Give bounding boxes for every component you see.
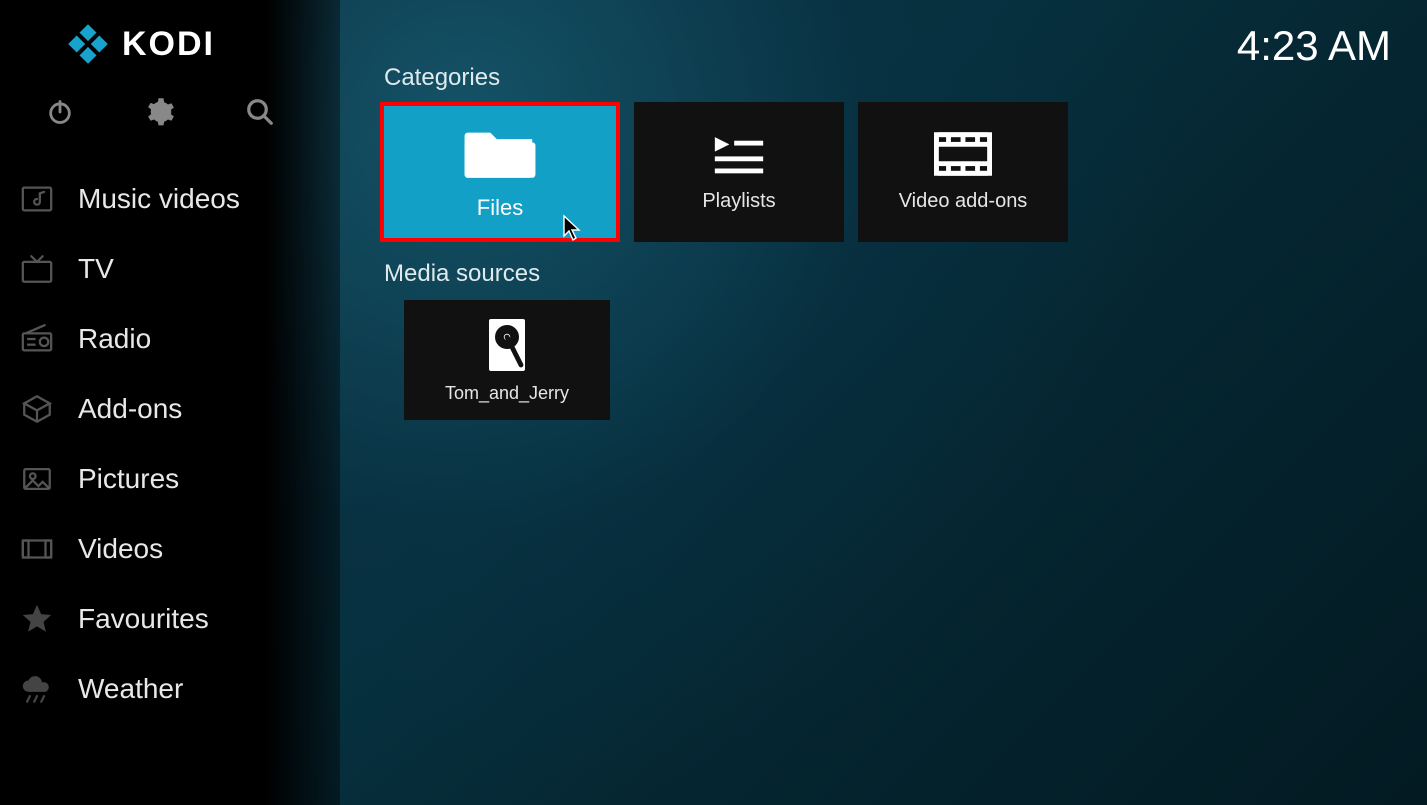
sidebar-item-tv[interactable]: TV	[0, 234, 340, 304]
tile-label: Files	[477, 195, 523, 221]
tv-icon	[18, 250, 56, 288]
weather-icon	[18, 670, 56, 708]
category-tile-video-addons[interactable]: Video add-ons	[858, 102, 1068, 242]
tile-label: Tom_and_Jerry	[445, 383, 569, 404]
pictures-icon	[18, 460, 56, 498]
tile-label: Playlists	[702, 190, 775, 213]
music-video-icon	[18, 180, 56, 218]
category-tile-files[interactable]: Files	[380, 102, 620, 242]
sidebar-item-label: TV	[78, 253, 114, 285]
media-source-tile[interactable]: Tom_and_Jerry	[404, 300, 610, 420]
hdd-icon	[481, 317, 533, 373]
sidebar-item-label: Add-ons	[78, 393, 182, 425]
category-tile-playlists[interactable]: Playlists	[634, 102, 844, 242]
sidebar-item-weather[interactable]: Weather	[0, 654, 340, 724]
sidebar-item-label: Weather	[78, 673, 183, 705]
app-logo: KODI	[0, 0, 340, 64]
star-icon	[18, 600, 56, 638]
addons-icon	[18, 390, 56, 428]
sidebar-item-label: Music videos	[78, 183, 240, 215]
categories-section: Categories Files	[380, 64, 1387, 242]
sidebar-item-label: Videos	[78, 533, 163, 565]
sidebar-item-videos[interactable]: Videos	[0, 514, 340, 584]
sidebar-toolbar	[0, 64, 340, 140]
sidebar-item-addons[interactable]: Add-ons	[0, 374, 340, 444]
power-button[interactable]	[42, 94, 78, 130]
sidebar-nav: Music videos TV Radio	[0, 164, 340, 724]
categories-row: Files Playlists	[380, 102, 1387, 242]
kodi-logo-icon	[68, 24, 108, 64]
playlist-icon	[710, 132, 768, 176]
power-icon	[46, 98, 74, 126]
sidebar-item-pictures[interactable]: Pictures	[0, 444, 340, 514]
app-name: KODI	[122, 25, 215, 64]
media-sources-section: Media sources Tom_and_Jerry	[380, 260, 1387, 420]
videos-icon	[18, 530, 56, 568]
sidebar-item-music-videos[interactable]: Music videos	[0, 164, 340, 234]
sidebar: KODI	[0, 0, 340, 805]
sidebar-item-favourites[interactable]: Favourites	[0, 584, 340, 654]
sidebar-item-label: Pictures	[78, 463, 179, 495]
search-icon	[245, 97, 275, 127]
settings-button[interactable]	[142, 94, 178, 130]
main-content: 4:23 AM Categories Files	[340, 0, 1427, 805]
gear-icon	[145, 97, 175, 127]
tile-label: Video add-ons	[899, 190, 1028, 213]
sidebar-item-label: Favourites	[78, 603, 209, 635]
sidebar-item-radio[interactable]: Radio	[0, 304, 340, 374]
folder-icon	[461, 123, 539, 181]
radio-icon	[18, 320, 56, 358]
film-icon	[934, 132, 992, 176]
clock: 4:23 AM	[1237, 22, 1391, 70]
search-button[interactable]	[242, 94, 278, 130]
media-sources-title: Media sources	[384, 260, 1387, 288]
sidebar-item-label: Radio	[78, 323, 151, 355]
